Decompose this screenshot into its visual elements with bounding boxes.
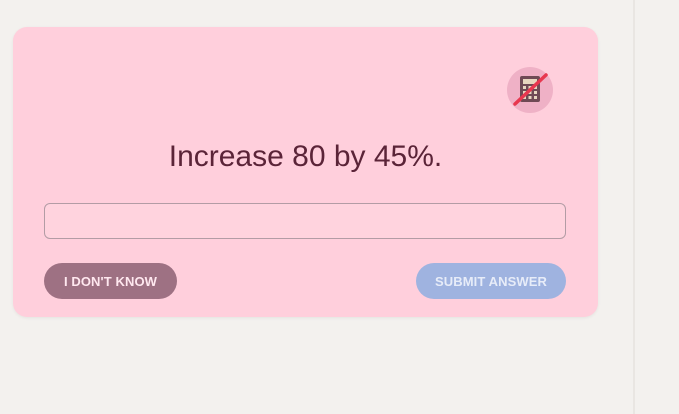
- right-panel-divider: [633, 0, 635, 414]
- submit-answer-button[interactable]: SUBMIT ANSWER: [416, 263, 566, 299]
- answer-input[interactable]: [44, 203, 566, 239]
- calculator-not-allowed-badge: [507, 67, 553, 113]
- calculator-disabled-icon: [513, 73, 548, 106]
- question-card: Increase 80 by 45%. I DON'T KNOW SUBMIT …: [13, 27, 598, 317]
- page: Increase 80 by 45%. I DON'T KNOW SUBMIT …: [0, 0, 679, 414]
- dont-know-button[interactable]: I DON'T KNOW: [44, 263, 177, 299]
- question-text: Increase 80 by 45%.: [168, 140, 443, 173]
